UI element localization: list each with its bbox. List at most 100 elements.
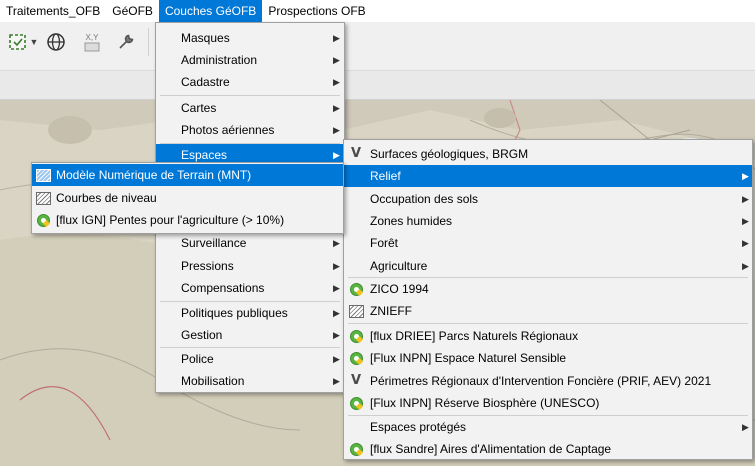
submenu-arrow-icon: ▶ (333, 238, 340, 248)
menu-item-compensations[interactable]: Compensations ▶ (156, 277, 344, 299)
menu-item-cartes[interactable]: Cartes ▶ (156, 97, 344, 119)
menu-prospections-ofb[interactable]: Prospections OFB (262, 0, 371, 22)
menu-item-label: [Flux INPN] Réserve Biosphère (UNESCO) (370, 396, 600, 410)
vector-layer-icon: V (350, 373, 362, 388)
menu-item-administration[interactable]: Administration ▶ (156, 49, 344, 71)
menu-item-aires-alimentation-captage[interactable]: [flux Sandre] Aires d'Alimentation de Ca… (344, 438, 752, 460)
menu-item-label: Agriculture (370, 259, 428, 273)
menu-item-surveillance[interactable]: Surveillance ▶ (156, 232, 344, 254)
menu-couches-geofb[interactable]: Couches GéOFB (158, 0, 263, 22)
menu-item-espaces-proteges[interactable]: Espaces protégés ▶ (344, 416, 752, 438)
globe-icon[interactable] (44, 30, 68, 54)
dropdown-arrow-icon[interactable]: ▼ (28, 30, 40, 54)
menu-item-label: Masques (181, 31, 230, 45)
secondary-toolbar (0, 70, 755, 100)
qgis-wms-icon (348, 328, 364, 344)
qgis-wms-icon (348, 395, 364, 411)
menu-item-police[interactable]: Police ▶ (156, 348, 344, 370)
raster-layer-icon (35, 167, 51, 183)
menu-geofb[interactable]: GéOFB (106, 0, 159, 22)
menu-item-mobilisation[interactable]: Mobilisation ▶ (156, 370, 344, 392)
submenu-arrow-icon: ▶ (742, 171, 749, 181)
menu-item-pressions[interactable]: Pressions ▶ (156, 255, 344, 277)
layer-select-icon[interactable] (6, 30, 30, 54)
menu-item-label: Police (181, 352, 214, 366)
submenu-arrow-icon: ▶ (742, 216, 749, 226)
raster-layer-icon (348, 303, 364, 319)
menu-item-mnt[interactable]: Modèle Numérique de Terrain (MNT) (32, 164, 343, 186)
submenu-arrow-icon: ▶ (333, 103, 340, 113)
menu-item-foret[interactable]: Forêt ▶ (344, 232, 752, 254)
wrench-icon[interactable] (114, 30, 138, 54)
submenu-arrow-icon: ▶ (333, 308, 340, 318)
menu-item-label: Surfaces géologiques, BRGM (370, 147, 529, 161)
submenu-arrow-icon: ▶ (742, 194, 749, 204)
menu-item-label: [Flux INPN] Espace Naturel Sensible (370, 351, 567, 365)
menu-item-label: Courbes de niveau (56, 191, 157, 205)
relief-submenu: Modèle Numérique de Terrain (MNT) Courbe… (31, 162, 344, 234)
menu-item-label: Gestion (181, 328, 223, 342)
xy-label: X,Y (85, 32, 99, 42)
menu-item-label: Photos aériennes (181, 123, 275, 137)
submenu-arrow-icon: ▶ (333, 376, 340, 386)
menu-item-label: [flux DRIEE] Parcs Naturels Régionaux (370, 329, 579, 343)
menu-item-occupation-des-sols[interactable]: Occupation des sols ▶ (344, 188, 752, 210)
qgis-wms-icon (35, 212, 51, 228)
submenu-arrow-icon: ▶ (333, 33, 340, 43)
menu-item-label: Zones humides (370, 214, 453, 228)
menu-separator (348, 323, 748, 324)
menu-item-politiques-publiques[interactable]: Politiques publiques ▶ (156, 302, 344, 324)
qgis-wms-icon (348, 350, 364, 366)
menu-item-label: Administration (181, 53, 258, 67)
submenu-arrow-icon: ▶ (333, 125, 340, 135)
qgis-wms-icon (348, 281, 364, 297)
menu-item-label: Occupation des sols (370, 192, 479, 206)
menu-traitements-ofb[interactable]: Traitements_OFB (0, 0, 106, 22)
menu-item-cadastre[interactable]: Cadastre ▶ (156, 71, 344, 93)
menu-item-agriculture[interactable]: Agriculture ▶ (344, 255, 752, 277)
qgis-wms-icon (348, 441, 364, 457)
menu-item-label: Compensations (181, 281, 265, 295)
menu-item-courbes-de-niveau[interactable]: Courbes de niveau (32, 187, 343, 209)
toolbar: ▼ X,Y (0, 22, 755, 70)
menu-item-relief[interactable]: Relief ▶ (344, 165, 752, 187)
menu-item-photos-aeriennes[interactable]: Photos aériennes ▶ (156, 119, 344, 141)
submenu-arrow-icon: ▶ (742, 261, 749, 271)
submenu-arrow-icon: ▶ (333, 55, 340, 65)
menu-bar: Traitements_OFB GéOFB Couches GéOFB Pros… (0, 0, 755, 22)
menu-item-label: [flux Sandre] Aires d'Alimentation de Ca… (370, 442, 612, 456)
toolbar-separator (148, 28, 149, 56)
menu-item-surfaces-geologiques[interactable]: V Surfaces géologiques, BRGM (344, 143, 752, 165)
menu-item-label: ZNIEFF (370, 304, 412, 318)
menu-item-label: ZICO 1994 (370, 282, 429, 296)
menu-item-zones-humides[interactable]: Zones humides ▶ (344, 210, 752, 232)
submenu-arrow-icon: ▶ (333, 330, 340, 340)
menu-item-label: Cartes (181, 101, 217, 115)
menu-item-parcs-naturels-regionaux[interactable]: [flux DRIEE] Parcs Naturels Régionaux (344, 325, 752, 347)
menu-item-zico-1994[interactable]: ZICO 1994 (344, 278, 752, 300)
menu-item-znieff[interactable]: ZNIEFF (344, 300, 752, 322)
menu-item-label: Mobilisation (181, 374, 245, 388)
xy-coordinates-icon[interactable]: X,Y (80, 30, 104, 54)
menu-item-label: Pressions (181, 259, 234, 273)
submenu-arrow-icon: ▶ (742, 238, 749, 248)
submenu-arrow-icon: ▶ (333, 261, 340, 271)
menu-item-label: Cadastre (181, 75, 230, 89)
menu-item-pentes-agriculture[interactable]: [flux IGN] Pentes pour l'agriculture (> … (32, 209, 343, 231)
menu-item-prif[interactable]: V Périmetres Régionaux d'Intervention Fon… (344, 370, 752, 392)
menu-item-label: Politiques publiques (181, 306, 288, 320)
menu-item-label: Espaces protégés (370, 420, 467, 434)
menu-separator (160, 95, 340, 96)
menu-item-espace-naturel-sensible[interactable]: [Flux INPN] Espace Naturel Sensible (344, 347, 752, 369)
vector-layer-icon: V (350, 146, 362, 161)
menu-item-gestion[interactable]: Gestion ▶ (156, 324, 344, 346)
menu-item-masques[interactable]: Masques ▶ (156, 27, 344, 49)
submenu-arrow-icon: ▶ (333, 354, 340, 364)
submenu-arrow-icon: ▶ (742, 422, 749, 432)
menu-item-label: Périmetres Régionaux d'Intervention Fonc… (370, 374, 712, 388)
submenu-arrow-icon: ▶ (333, 283, 340, 293)
menu-item-label: Surveillance (181, 236, 247, 250)
espaces-submenu: V Surfaces géologiques, BRGM Relief ▶ Occu… (343, 139, 753, 460)
submenu-arrow-icon: ▶ (333, 77, 340, 87)
menu-item-reserve-biosphere[interactable]: [Flux INPN] Réserve Biosphère (UNESCO) (344, 392, 752, 414)
